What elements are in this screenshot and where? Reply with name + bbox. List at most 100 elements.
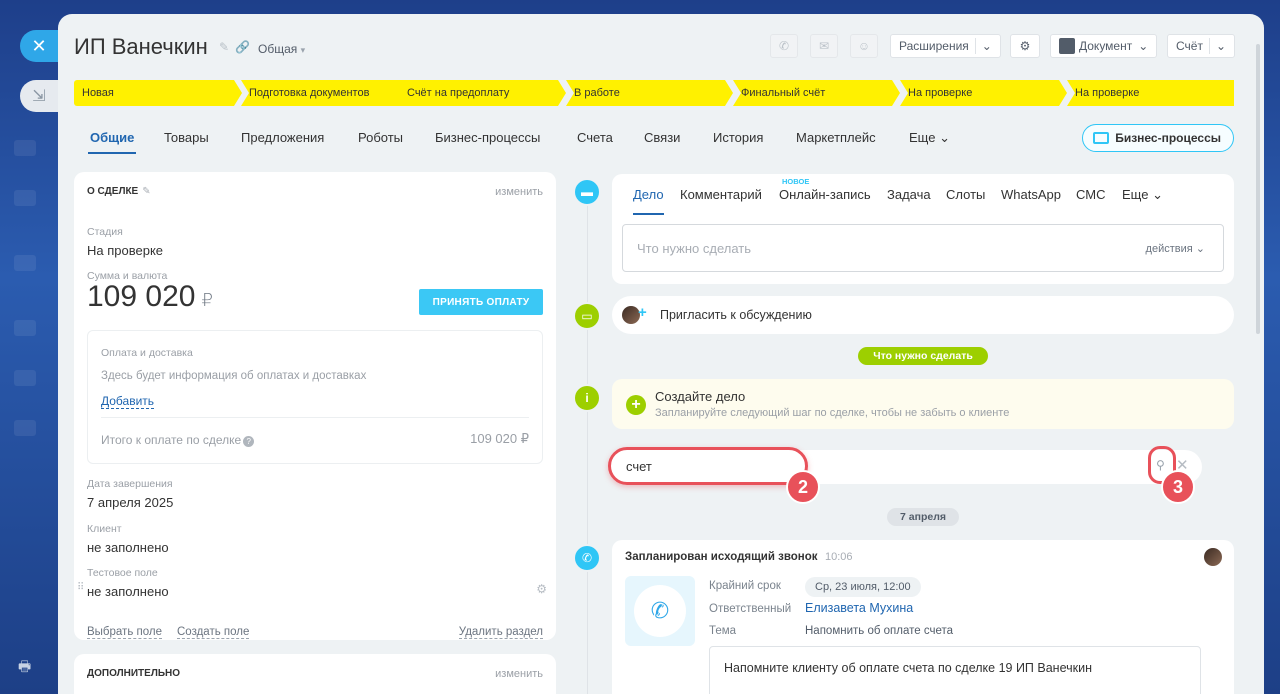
call-note: Напомните клиенту об оплате счета по сде…	[709, 646, 1201, 694]
create-activity-prompt[interactable]: + Создайте дело Запланируйте следующий ш…	[612, 379, 1234, 429]
deadline-value[interactable]: Ср, 23 июля, 12:00	[805, 577, 921, 597]
callout-badge: 3	[1161, 470, 1195, 504]
tab-marketplace[interactable]: Маркетплейс	[796, 130, 876, 145]
tab-products[interactable]: Товары	[164, 130, 209, 145]
deal-sum[interactable]: 109 020 ₽	[87, 280, 213, 314]
call-title[interactable]: Запланирован исходящий звонок	[625, 551, 818, 563]
document-button[interactable]: Документ ⌄	[1050, 34, 1158, 58]
payment-info: Здесь будет информация об оплатах и дост…	[101, 370, 367, 382]
mail-button[interactable]: ✉	[810, 34, 838, 58]
editor-tab-task[interactable]: Задача	[887, 187, 931, 202]
tab-links[interactable]: Связи	[644, 130, 680, 145]
additional-edit-link[interactable]: изменить	[495, 668, 543, 680]
extensions-label: Расширения	[899, 39, 969, 53]
additional-card: ДОПОЛНИТЕЛЬНО изменить	[74, 654, 556, 694]
minimize-slider-button[interactable]: ⇲	[20, 80, 58, 112]
create-activity-subtitle: Запланируйте следующий шаг по сделке, чт…	[655, 407, 1010, 419]
rail-icon[interactable]	[14, 255, 36, 271]
rail-icon[interactable]	[14, 140, 36, 156]
stage-item[interactable]: Подготовка документов	[241, 80, 408, 106]
phone-icon: ✆	[634, 585, 686, 637]
payment-add-link[interactable]: Добавить	[101, 394, 155, 409]
tab-history[interactable]: История	[713, 130, 763, 145]
chevron-down-icon[interactable]: ⌄	[1216, 39, 1226, 53]
invoice-button[interactable]: Счёт ⌄	[1167, 34, 1236, 58]
help-icon[interactable]: ?	[243, 436, 255, 447]
editor-tab-todo[interactable]: Дело	[633, 187, 664, 215]
stage-item[interactable]: На проверке	[900, 80, 1067, 106]
link-icon[interactable]: 🔗	[235, 40, 256, 54]
minimize-icon: ⇲	[32, 88, 46, 105]
actions-dropdown[interactable]: действия ⌄	[1146, 242, 1205, 255]
pencil-icon[interactable]: ✎	[219, 40, 235, 54]
rail-icon[interactable]	[14, 370, 36, 386]
stage-item[interactable]: Счёт на предоплату	[399, 80, 566, 106]
deadline-label: Крайний срок	[709, 580, 781, 592]
call-note-text: Напомните клиенту об оплате счета по сде…	[724, 661, 1092, 675]
rail-icon[interactable]	[14, 190, 36, 206]
printer-icon[interactable]: 🖶	[18, 656, 38, 674]
tab-robots[interactable]: Роботы	[358, 130, 403, 145]
accept-payment-button[interactable]: ПРИНЯТЬ ОПЛАТУ	[419, 289, 543, 315]
settings-button[interactable]: ⚙	[1010, 34, 1040, 58]
todo-section-pill: Что нужно сделать	[858, 347, 988, 365]
tab-more[interactable]: Еще ⌄	[909, 130, 950, 146]
stage-item[interactable]: В работе	[566, 80, 733, 106]
responsible-value[interactable]: Елизавета Мухина	[805, 601, 913, 615]
stage-item[interactable]: Финальный счёт	[733, 80, 900, 106]
stage-value[interactable]: На проверке	[87, 243, 163, 258]
phone-button[interactable]: ✆	[770, 34, 798, 58]
total-label: Итого к оплате по сделке?	[101, 433, 255, 447]
rail-icon[interactable]	[14, 420, 36, 436]
close-slider-button[interactable]: ✕	[20, 30, 58, 62]
category-dropdown[interactable]: Общая ▾	[258, 42, 305, 56]
chat-button[interactable]: ☺	[850, 34, 878, 58]
editor-tab-sms[interactable]: СМС	[1076, 187, 1105, 202]
deal-title[interactable]: ИП Ванечкин	[74, 34, 208, 60]
client-value[interactable]: не заполнено	[87, 540, 169, 555]
create-field-link[interactable]: Создать поле	[177, 626, 250, 639]
editor-tab-slots[interactable]: Слоты	[946, 187, 985, 202]
payment-delivery-block: Оплата и доставка Здесь будет информация…	[87, 330, 543, 464]
delete-section-link[interactable]: Удалить раздел	[458, 626, 543, 639]
client-label: Клиент	[87, 523, 122, 535]
todo-input[interactable]: Что нужно сделать действия ⌄	[622, 224, 1224, 272]
pencil-icon[interactable]: ✎	[142, 186, 150, 197]
extensions-button[interactable]: Расширения ⌄	[890, 34, 1001, 58]
tab-business-processes[interactable]: Бизнес-процессы	[435, 130, 540, 145]
editor-tab-whatsapp[interactable]: WhatsApp	[1001, 187, 1061, 202]
avatar[interactable]	[1204, 548, 1222, 566]
chevron-down-icon[interactable]: ⌄	[982, 39, 992, 53]
stage-item[interactable]: На проверке	[1067, 80, 1234, 106]
business-processes-button[interactable]: Бизнес-процессы	[1082, 124, 1234, 152]
stage-item[interactable]: Новая	[74, 80, 242, 106]
callout-badge: 2	[786, 470, 820, 504]
deal-tabs: Общие Товары Предложения Роботы Бизнес-п…	[74, 124, 1248, 156]
editor-tab-more[interactable]: Еще ⌄	[1122, 187, 1163, 203]
tab-offers[interactable]: Предложения	[241, 130, 324, 145]
chevron-down-icon: ⌄	[1152, 187, 1163, 202]
rail-icon[interactable]	[14, 320, 36, 336]
deal-edit-link[interactable]: изменить	[495, 186, 543, 198]
invite-discussion[interactable]: + Пригласить к обсуждению	[612, 296, 1234, 334]
category-label: Общая	[258, 42, 298, 56]
tab-invoices[interactable]: Счета	[577, 130, 613, 145]
editor-tab-booking[interactable]: Онлайн-запись	[779, 187, 871, 202]
invite-label: Пригласить к обсуждению	[660, 308, 812, 322]
activity-editor: Дело Комментарий НОВОЕ Онлайн-запись Зад…	[612, 174, 1234, 284]
invoice-label: Счёт	[1176, 39, 1203, 53]
currency-sign: ₽	[201, 290, 213, 310]
close-date-label: Дата завершения	[87, 478, 173, 490]
drag-handle-icon[interactable]: ⠿	[77, 582, 84, 593]
choose-field-link[interactable]: Выбрать поле	[87, 626, 162, 639]
topic-label: Тема	[709, 625, 737, 637]
editor-tab-comment[interactable]: Комментарий	[680, 187, 762, 202]
info-icon: i	[573, 384, 601, 412]
close-date-value[interactable]: 7 апреля 2025	[87, 495, 173, 510]
scrollbar[interactable]	[1256, 44, 1260, 334]
tab-general[interactable]: Общие	[87, 130, 137, 154]
gear-icon: ⚙	[1019, 39, 1031, 53]
gear-icon[interactable]: ⚙	[536, 582, 547, 596]
test-field-value[interactable]: не заполнено	[87, 584, 169, 599]
call-time: 10:06	[825, 551, 853, 563]
